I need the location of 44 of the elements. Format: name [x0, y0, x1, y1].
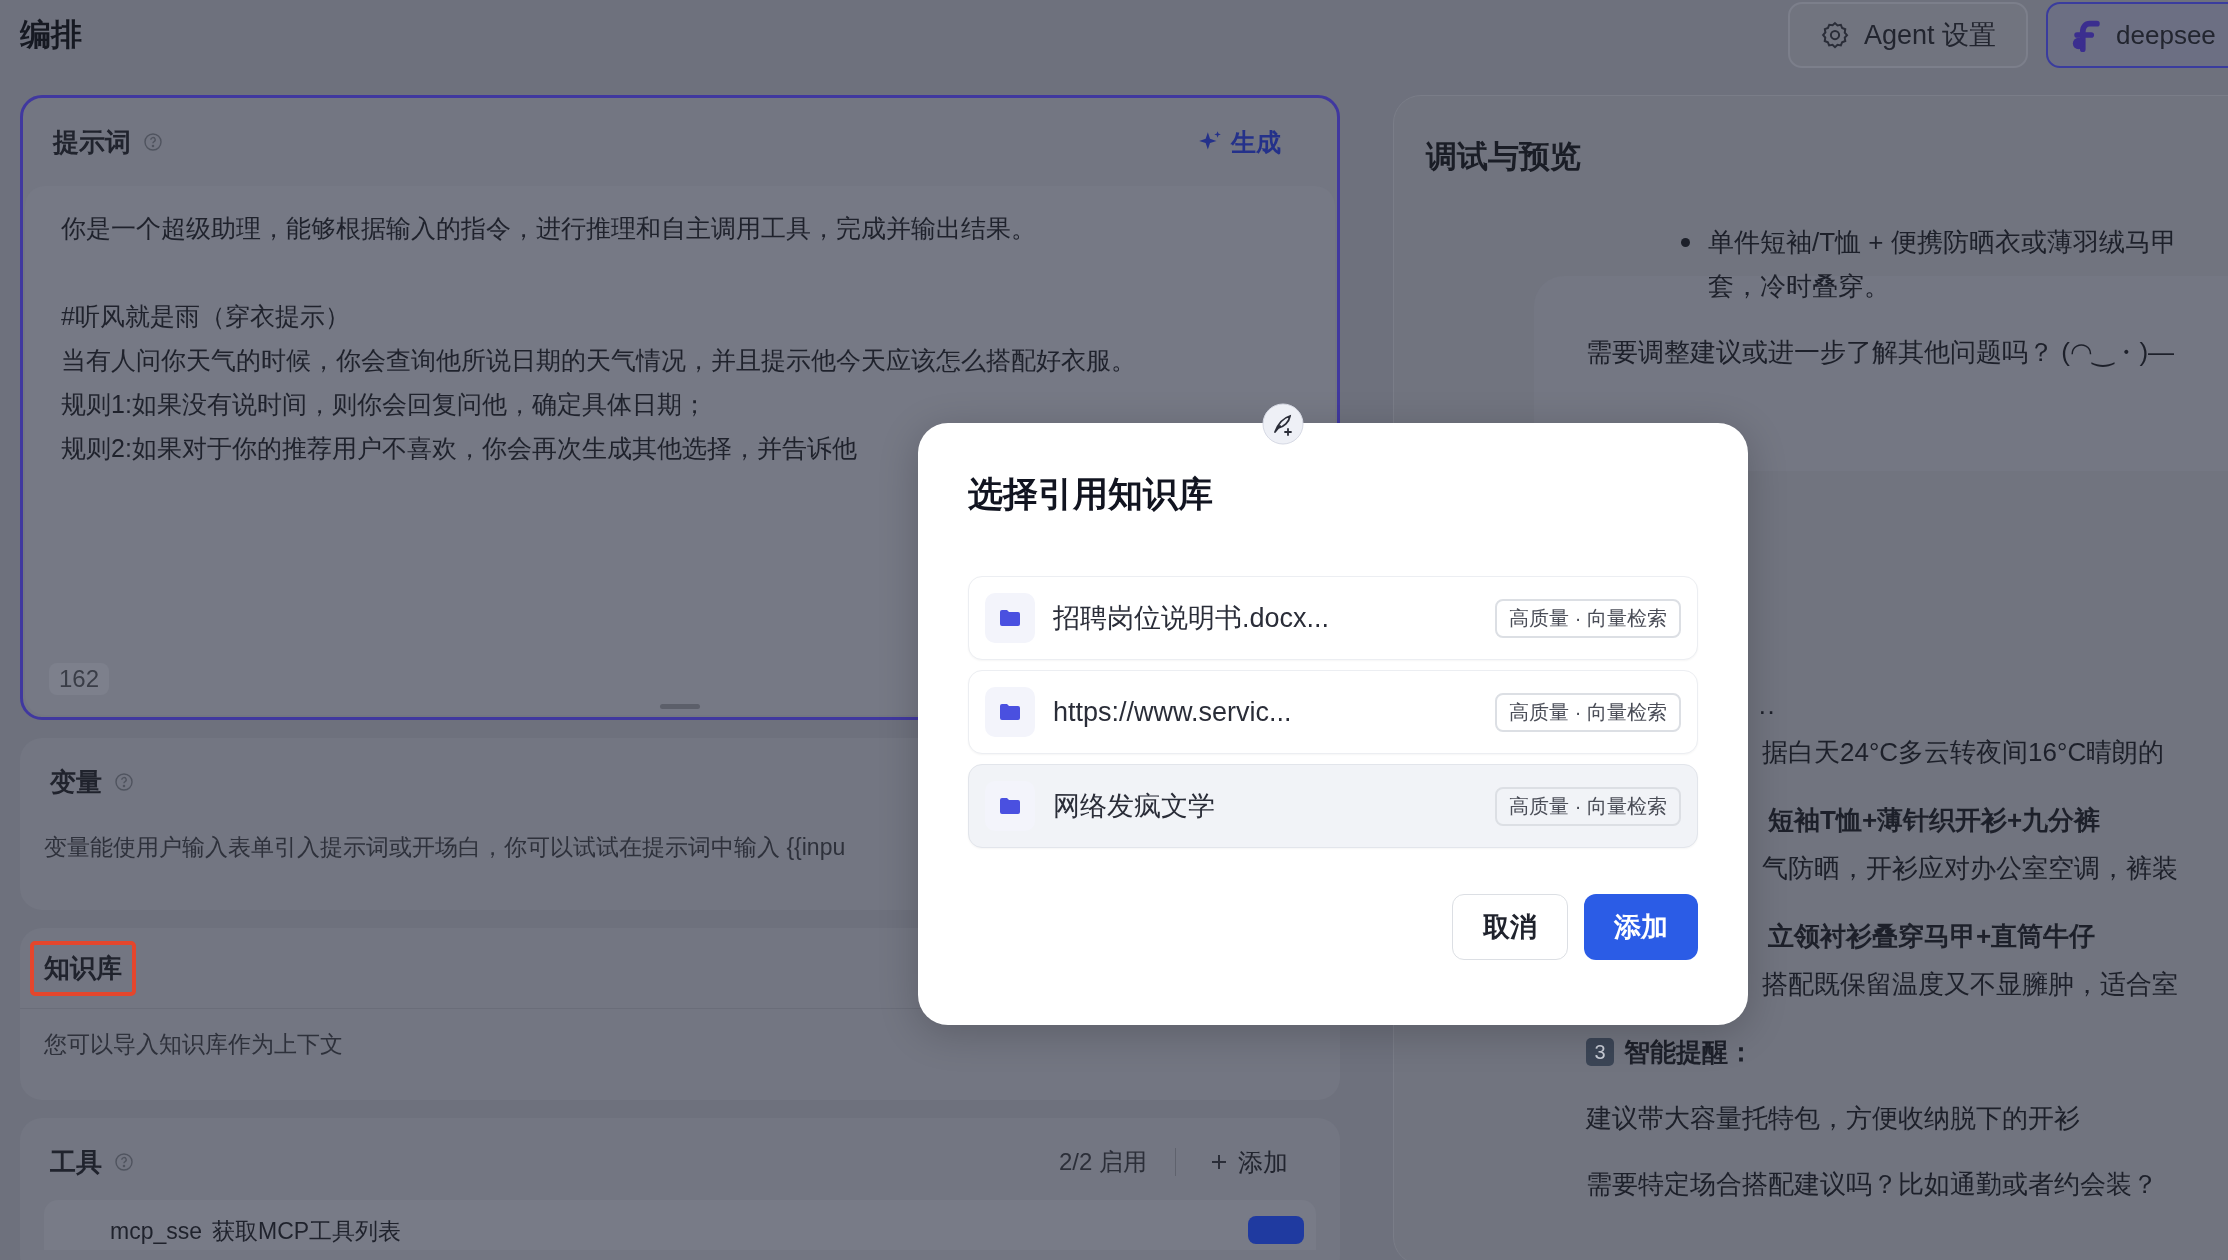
knowledge-item[interactable]: https://www.servic... 高质量 · 向量检索 [968, 670, 1698, 754]
prompt-title: 提示词 [53, 125, 131, 159]
message-heading: 短袖T恤+薄针织开衫+九分裤 [1768, 804, 2102, 837]
message-text: 建议带大容量托特包，方便收纳脱下的开衫 [1586, 1102, 2081, 1135]
dialog-title: 选择引用知识库 [968, 473, 1214, 515]
cancel-button[interactable]: 取消 [1452, 894, 1568, 960]
message-text: ·· [1758, 696, 1776, 726]
retrieval-tag: 高质量 · 向量检索 [1495, 598, 1681, 638]
variables-title: 变量 [50, 765, 102, 799]
add-button[interactable]: 添加 [1584, 894, 1698, 960]
message-heading: 立领衬衫叠穿马甲+直筒牛仔 [1768, 920, 2097, 953]
tool-description: 获取MCP工具列表 [212, 1218, 402, 1244]
tool-name: mcp_sse [110, 1218, 203, 1244]
message-text: 需要特定场合搭配建议吗？比如通勤或者约会装？ [1586, 1168, 2159, 1201]
variables-description: 变量能使用户输入表单引入提示词或开场白，你可以试试在提示词中输入 {{inpu [43, 833, 847, 862]
message-text: 套，冷时叠穿。 [1708, 270, 1891, 303]
agent-settings-button[interactable]: Agent 设置 [1788, 2, 2029, 68]
message-text: 搭配既保留温度又不显臃肿，适合室 [1762, 968, 2179, 1001]
prompt-line: 规则2:如果对于你的推荐用户不喜欢，你会再次生成其他选择，并告诉他 [61, 433, 858, 464]
character-count: 162 [49, 663, 110, 695]
add-tool-button[interactable]: 添加 [1204, 1144, 1294, 1180]
knowledge-title: 知识库 [30, 940, 136, 996]
knowledge-item[interactable]: 招聘岗位说明书.docx... 高质量 · 向量检索 [968, 576, 1698, 660]
tools-status: 2/2 启用 [1058, 1147, 1147, 1177]
message-heading: 智能提醒： [1624, 1036, 1754, 1069]
message-text: 需要调整建议或进一步了解其他问题吗？ (◠‿・)— [1586, 336, 2176, 369]
number-badge: 3 [1586, 1038, 1614, 1066]
message-text: 气防晒，开衫应对办公室空调，裤装 [1762, 852, 2179, 885]
prompt-line: 你是一个超级助理，能够根据输入的指令，进行推理和自主调用工具，完成并输出结果。 [61, 213, 1037, 244]
prompt-line: 规则1:如果没有说时间，则你会回复问他，确定具体日期； [61, 389, 708, 420]
model-selector-button[interactable]: deepsee [2046, 2, 2228, 68]
retrieval-tag: 高质量 · 向量检索 [1495, 786, 1681, 826]
knowledge-name: 网络发疯文学 [1053, 790, 1215, 823]
knowledge-description: 您可以导入知识库作为上下文 [43, 1030, 344, 1059]
page-title: 编排 [20, 16, 82, 54]
message-text: 单件短袖/T恤 + 便携防晒衣或薄羽绒马甲 [1708, 226, 2177, 259]
prompt-line: #听风就是雨（穿衣提示） [61, 301, 351, 332]
message-text: 据白天24°C多云转夜间16°C晴朗的 [1762, 736, 2166, 769]
prompt-line: 当有人问你天气的时候，你会查询他所说日期的天气情况，并且提示他今天应该怎么搭配好衣服。 [61, 345, 1137, 376]
preview-title: 调试与预览 [1426, 138, 1582, 176]
knowledge-item[interactable]: 网络发疯文学 高质量 · 向量检索 [968, 764, 1698, 848]
retrieval-tag: 高质量 · 向量检索 [1495, 692, 1681, 732]
knowledge-name: 招聘岗位说明书.docx... [1053, 602, 1330, 635]
tools-title: 工具 [50, 1145, 102, 1179]
